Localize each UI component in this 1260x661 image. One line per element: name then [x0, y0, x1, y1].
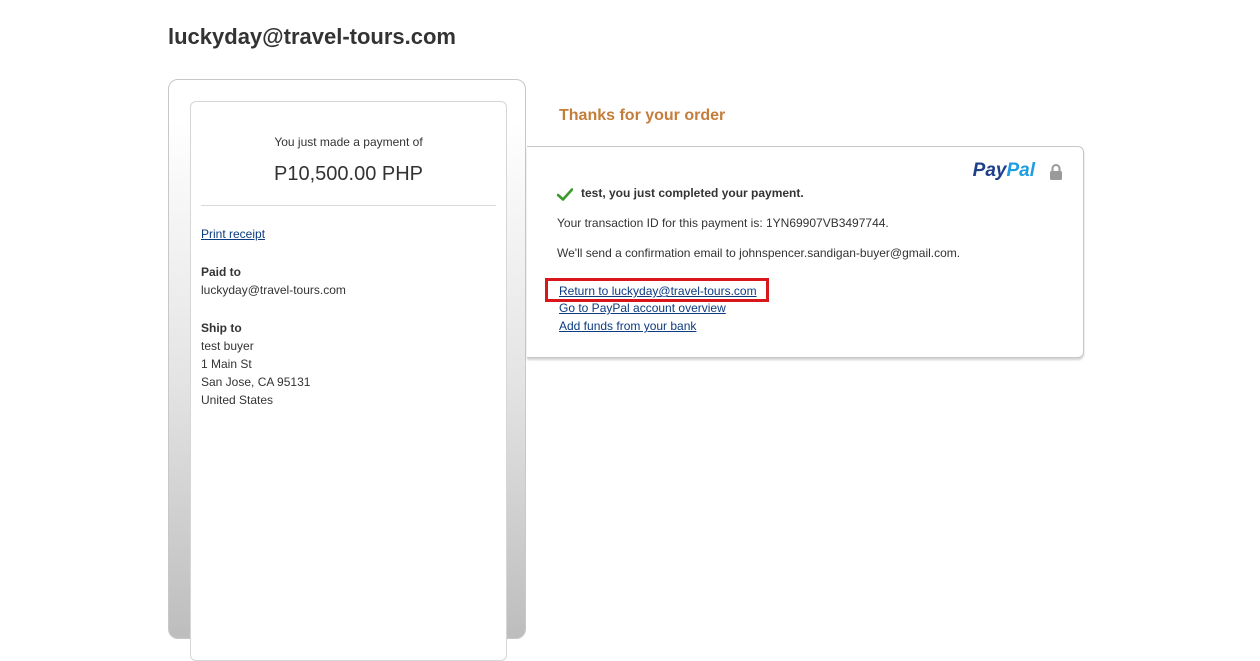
add-funds-link[interactable]: Add funds from your bank — [559, 319, 696, 333]
thanks-heading: Thanks for your order — [559, 107, 726, 124]
account-overview-link[interactable]: Go to PayPal account overview — [559, 301, 726, 315]
ship-to-heading: Ship to — [201, 321, 242, 335]
paypal-logo: PayPal — [973, 160, 1035, 182]
payment-label: You just made a payment of — [274, 135, 423, 149]
confirmation-email-text: We'll send a confirmation email to johns… — [557, 246, 961, 260]
transaction-id-text: Your transaction ID for this payment is:… — [557, 216, 889, 230]
paypal-logo-part1: Pay — [972, 160, 1007, 181]
check-icon — [557, 188, 573, 201]
lock-icon — [1050, 164, 1062, 180]
paid-to-value: luckyday@travel-tours.com — [201, 283, 346, 297]
print-receipt-link[interactable]: Print receipt — [201, 227, 265, 241]
paypal-logo-part2: Pal — [1006, 160, 1035, 181]
ship-to-line: San Jose, CA 95131 — [201, 375, 311, 389]
ship-to-line: 1 Main St — [201, 357, 252, 371]
payment-amount: P10,500.00 PHP — [274, 163, 423, 185]
confirmation-box: PayPal test, you just completed your pay… — [527, 146, 1084, 358]
ship-to-line: United States — [201, 393, 274, 407]
success-message: test, you just completed your payment. — [581, 186, 804, 200]
merchant-title: luckyday@travel-tours.com — [168, 24, 456, 49]
payment-summary-panel: You just made a payment of P10,500.00 PH… — [168, 79, 526, 661]
summary-divider — [201, 205, 496, 206]
ship-to-line: test buyer — [201, 339, 254, 353]
return-to-merchant-link[interactable]: Return to luckyday@travel-tours.com — [559, 284, 757, 298]
payment-summary-card: You just made a payment of P10,500.00 PH… — [190, 101, 507, 661]
paid-to-heading: Paid to — [201, 265, 242, 279]
